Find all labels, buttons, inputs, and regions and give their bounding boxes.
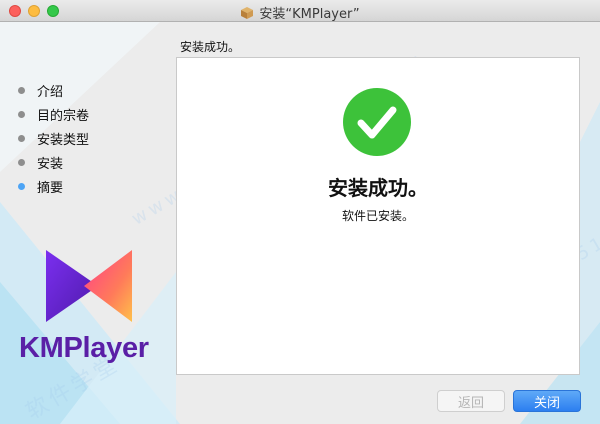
- step-destination: 目的宗卷: [18, 102, 89, 126]
- step-dot: [18, 86, 25, 94]
- installer-window: 软件学堂 www.xue51.com www.xue51.com 软件学堂 安装…: [0, 0, 600, 424]
- step-intro: 介绍: [18, 78, 89, 102]
- installer-steps: 介绍 目的宗卷 安装类型 安装 摘要: [18, 78, 89, 198]
- step-label: 摘要: [37, 180, 64, 196]
- step-label: 安装类型: [37, 132, 90, 148]
- page-heading: 安装成功。: [180, 40, 241, 54]
- step-dot: [18, 158, 25, 166]
- package-icon: [240, 6, 254, 24]
- window-title-text: 安装“KMPlayer”: [259, 7, 360, 22]
- success-subtitle: 软件已安装。: [341, 209, 414, 223]
- step-install-type: 安装类型: [18, 126, 89, 150]
- close-button[interactable]: 关闭: [513, 390, 581, 412]
- back-button[interactable]: 返回: [437, 390, 505, 412]
- step-dot-active: [18, 182, 25, 190]
- step-label: 介绍: [37, 84, 64, 100]
- step-install: 安装: [18, 150, 89, 174]
- title-bar: 安装“KMPlayer”: [0, 0, 600, 22]
- step-label: 安装: [37, 156, 64, 172]
- window-title: 安装“KMPlayer”: [0, 3, 600, 24]
- step-label: 目的宗卷: [37, 108, 90, 124]
- kmplayer-brand-text: KMPlayer: [19, 332, 149, 364]
- step-dot: [18, 134, 25, 142]
- success-title: 安装成功。: [328, 176, 428, 200]
- success-check-icon: [343, 88, 411, 156]
- step-dot: [18, 110, 25, 118]
- kmplayer-logo-icon: [46, 250, 132, 322]
- step-summary: 摘要: [18, 174, 89, 198]
